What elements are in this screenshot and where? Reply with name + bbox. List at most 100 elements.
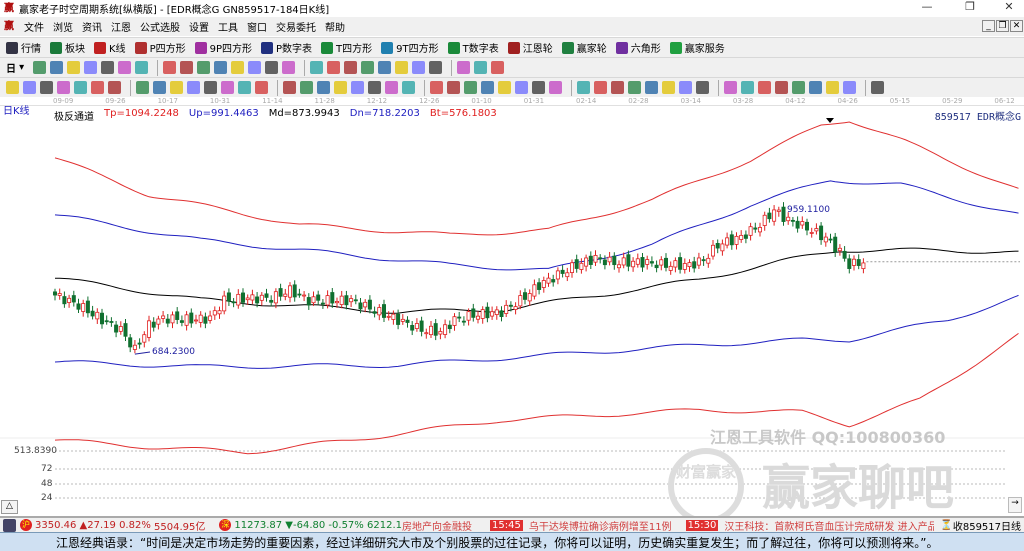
draw-tool-icon-5[interactable] bbox=[91, 81, 104, 94]
mdi-close-button[interactable]: ✕ bbox=[1010, 20, 1023, 32]
draw-tool-icon-35[interactable] bbox=[645, 81, 658, 94]
toolbar-button-3[interactable]: P四方形 bbox=[134, 40, 186, 55]
toolbar-button-12[interactable]: 赢家服务 bbox=[669, 40, 725, 55]
nav-tool-icon-10[interactable] bbox=[214, 61, 228, 74]
draw-tool-icon-38[interactable] bbox=[696, 81, 709, 94]
expand-panel-button[interactable]: △ bbox=[1, 500, 18, 514]
period-selector[interactable]: 日 ▾ bbox=[6, 60, 24, 75]
draw-tool-icon-43[interactable] bbox=[792, 81, 805, 94]
menu-item-0[interactable]: 文件 bbox=[24, 19, 44, 34]
menu-item-9[interactable]: 帮助 bbox=[325, 19, 345, 34]
draw-tool-icon-14[interactable] bbox=[255, 81, 268, 94]
draw-tool-icon-4[interactable] bbox=[74, 81, 87, 94]
toolbar-button-6[interactable]: T四方形 bbox=[321, 40, 372, 55]
nav-tool-icon-19[interactable] bbox=[378, 61, 392, 74]
news-item-1[interactable]: 房地产向金融投 bbox=[402, 518, 472, 533]
draw-tool-icon-12[interactable] bbox=[221, 81, 234, 94]
draw-tool-icon-20[interactable] bbox=[368, 81, 381, 94]
draw-tool-icon-22[interactable] bbox=[402, 81, 415, 94]
draw-tool-icon-19[interactable] bbox=[351, 81, 364, 94]
minimize-button[interactable]: — bbox=[912, 0, 942, 16]
draw-tool-icon-39[interactable] bbox=[724, 81, 737, 94]
draw-tool-icon-37[interactable] bbox=[679, 81, 692, 94]
toolbar-button-10[interactable]: 赢家轮 bbox=[561, 40, 607, 55]
mdi-minimize-button[interactable]: _ bbox=[982, 20, 995, 32]
nav-tool-icon-21[interactable] bbox=[412, 61, 426, 74]
draw-tool-icon-11[interactable] bbox=[204, 81, 217, 94]
draw-tool-icon-41[interactable] bbox=[758, 81, 771, 94]
draw-tool-icon-27[interactable] bbox=[498, 81, 511, 94]
menu-item-7[interactable]: 窗口 bbox=[247, 19, 267, 34]
nav-tool-icon-13[interactable] bbox=[265, 61, 279, 74]
draw-tool-icon-7[interactable] bbox=[136, 81, 149, 94]
draw-tool-icon-36[interactable] bbox=[662, 81, 675, 94]
draw-tool-icon-23[interactable] bbox=[430, 81, 443, 94]
draw-tool-icon-26[interactable] bbox=[481, 81, 494, 94]
draw-tool-icon-44[interactable] bbox=[809, 81, 822, 94]
nav-tool-icon-20[interactable] bbox=[395, 61, 409, 74]
toolbar-button-1[interactable]: 板块 bbox=[50, 40, 85, 55]
draw-tool-icon-16[interactable] bbox=[300, 81, 313, 94]
nav-tool-icon-18[interactable] bbox=[361, 61, 375, 74]
nav-tool-icon-12[interactable] bbox=[248, 61, 262, 74]
draw-tool-icon-31[interactable] bbox=[577, 81, 590, 94]
draw-tool-icon-30[interactable] bbox=[549, 81, 562, 94]
scroll-right-button[interactable]: → bbox=[1008, 497, 1022, 513]
draw-tool-icon-28[interactable] bbox=[515, 81, 528, 94]
draw-tool-icon-17[interactable] bbox=[317, 81, 330, 94]
draw-tool-icon-33[interactable] bbox=[611, 81, 624, 94]
toolbar-button-7[interactable]: 9T四方形 bbox=[381, 40, 439, 55]
draw-tool-icon-9[interactable] bbox=[170, 81, 183, 94]
draw-tool-icon-8[interactable] bbox=[153, 81, 166, 94]
nav-tool-icon-16[interactable] bbox=[327, 61, 341, 74]
nav-tool-icon-14[interactable] bbox=[282, 61, 296, 74]
nav-tool-icon-3[interactable] bbox=[84, 61, 98, 74]
draw-tool-icon-1[interactable] bbox=[23, 81, 36, 94]
menu-item-3[interactable]: 江恩 bbox=[111, 19, 131, 34]
menu-item-2[interactable]: 资讯 bbox=[82, 19, 102, 34]
draw-tool-icon-24[interactable] bbox=[447, 81, 460, 94]
draw-tool-icon-25[interactable] bbox=[464, 81, 477, 94]
news-item-3[interactable]: 汉王科技：首款柯氏音血压计完成研发 进入产品注 bbox=[724, 518, 934, 533]
draw-tool-icon-15[interactable] bbox=[283, 81, 296, 94]
draw-tool-icon-10[interactable] bbox=[187, 81, 200, 94]
menu-item-8[interactable]: 交易委托 bbox=[276, 19, 316, 34]
draw-tool-icon-18[interactable] bbox=[334, 81, 347, 94]
nav-tool-icon-2[interactable] bbox=[67, 61, 81, 74]
sz-index[interactable]: 11273.87 bbox=[234, 520, 282, 531]
nav-tool-icon-23[interactable] bbox=[457, 61, 471, 74]
nav-tool-icon-22[interactable] bbox=[429, 61, 443, 74]
calculator-icon[interactable] bbox=[3, 518, 16, 532]
draw-tool-icon-45[interactable] bbox=[826, 81, 839, 94]
nav-tool-icon-17[interactable] bbox=[344, 61, 358, 74]
menu-item-4[interactable]: 公式选股 bbox=[140, 19, 180, 34]
sh-index[interactable]: 3350.46 bbox=[35, 520, 76, 531]
draw-tool-icon-46[interactable] bbox=[843, 81, 856, 94]
toolbar-button-8[interactable]: T数字表 bbox=[447, 40, 499, 55]
nav-tool-icon-11[interactable] bbox=[231, 61, 245, 74]
toolbar-button-2[interactable]: K线 bbox=[94, 40, 126, 55]
toolbar-button-5[interactable]: P数字表 bbox=[261, 40, 312, 55]
app-menu-icon[interactable]: 赢 bbox=[4, 21, 15, 32]
toolbar-button-11[interactable]: 六角形 bbox=[615, 40, 661, 55]
mdi-restore-button[interactable]: ❐ bbox=[996, 20, 1009, 32]
menu-item-1[interactable]: 浏览 bbox=[53, 19, 73, 34]
nav-tool-icon-25[interactable] bbox=[491, 61, 505, 74]
draw-tool-icon-3[interactable] bbox=[57, 81, 70, 94]
restore-button[interactable]: ❐ bbox=[955, 0, 985, 16]
draw-tool-icon-47[interactable] bbox=[871, 81, 884, 94]
draw-tool-icon-6[interactable] bbox=[108, 81, 121, 94]
nav-tool-icon-7[interactable] bbox=[163, 61, 177, 74]
draw-tool-icon-21[interactable] bbox=[385, 81, 398, 94]
toolbar-button-0[interactable]: 行情 bbox=[6, 40, 41, 55]
nav-tool-icon-5[interactable] bbox=[118, 61, 132, 74]
nav-tool-icon-0[interactable] bbox=[33, 61, 47, 74]
toolbar-button-9[interactable]: 江恩轮 bbox=[507, 40, 553, 55]
nav-tool-icon-8[interactable] bbox=[180, 61, 194, 74]
nav-tool-icon-4[interactable] bbox=[101, 61, 115, 74]
nav-tool-icon-1[interactable] bbox=[50, 61, 64, 74]
menu-item-6[interactable]: 工具 bbox=[218, 19, 238, 34]
nav-tool-icon-9[interactable] bbox=[197, 61, 211, 74]
nav-tool-icon-15[interactable] bbox=[310, 61, 324, 74]
draw-tool-icon-0[interactable] bbox=[6, 81, 19, 94]
